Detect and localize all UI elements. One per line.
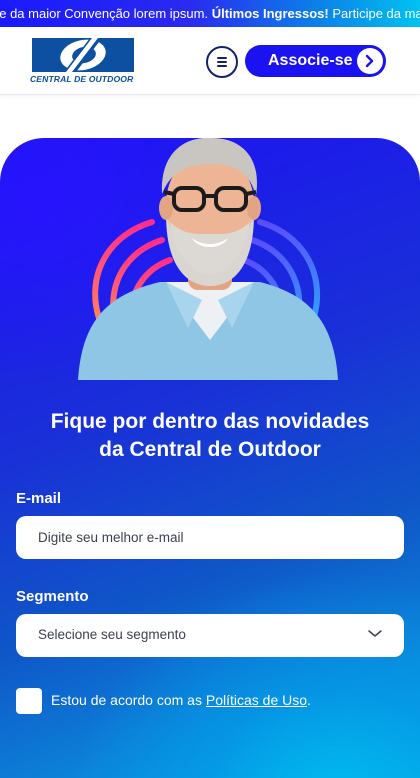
- consent-label: Estou de acordo com as: [51, 692, 206, 708]
- politicas-de-uso-link[interactable]: Políticas de Uso: [206, 692, 307, 708]
- logo-wordmark: CENTRAL DE OUTDOOR: [30, 74, 134, 84]
- newsletter-headline: Fique por dentro das novidades da Centra…: [0, 408, 420, 464]
- associe-se-button[interactable]: Associe-se: [245, 45, 386, 77]
- headline-line-2: da Central de Outdoor: [99, 438, 321, 461]
- segment-label: Segmento: [16, 588, 89, 605]
- email-label: E-mail: [16, 490, 62, 507]
- hamburger-icon-line: [217, 61, 227, 63]
- ticker-track: pe da maior Convenção lorem ipsum. Últim…: [0, 0, 420, 27]
- segment-select[interactable]: Selecione seu segmento: [16, 614, 404, 657]
- hamburger-icon: [217, 57, 227, 59]
- consent-checkbox[interactable]: [16, 688, 42, 714]
- consent-text: Estou de acordo com as Políticas de Uso.: [51, 692, 311, 708]
- chevron-right-icon: [357, 48, 383, 74]
- menu-button[interactable]: [206, 46, 238, 78]
- site-header: CENTRAL DE OUTDOOR Associe-se: [0, 27, 420, 95]
- consent-end: .: [307, 692, 311, 708]
- central-de-outdoor-logo[interactable]: CENTRAL DE OUTDOOR: [30, 38, 136, 84]
- segment-selected-value: Selecione seu segmento: [38, 627, 186, 642]
- headline-line-1: Fique por dentro das novidades: [50, 410, 370, 433]
- ticker-text-1: pe da maior Convenção lorem ipsum.: [0, 6, 209, 21]
- email-field[interactable]: [16, 516, 404, 559]
- hero-person-image: [78, 138, 338, 380]
- associe-se-label: Associe-se: [268, 52, 353, 69]
- ticker-text-2: Participe da maior: [332, 6, 420, 21]
- ticker-highlight: Últimos Ingressos!: [211, 6, 329, 21]
- newsletter-card: Fique por dentro das novidades da Centra…: [0, 138, 420, 778]
- hamburger-icon-line: [217, 65, 227, 67]
- logo-mark: [32, 38, 134, 72]
- announcement-ticker: pe da maior Convenção lorem ipsum. Últim…: [0, 0, 420, 27]
- chevron-down-icon: [368, 630, 382, 637]
